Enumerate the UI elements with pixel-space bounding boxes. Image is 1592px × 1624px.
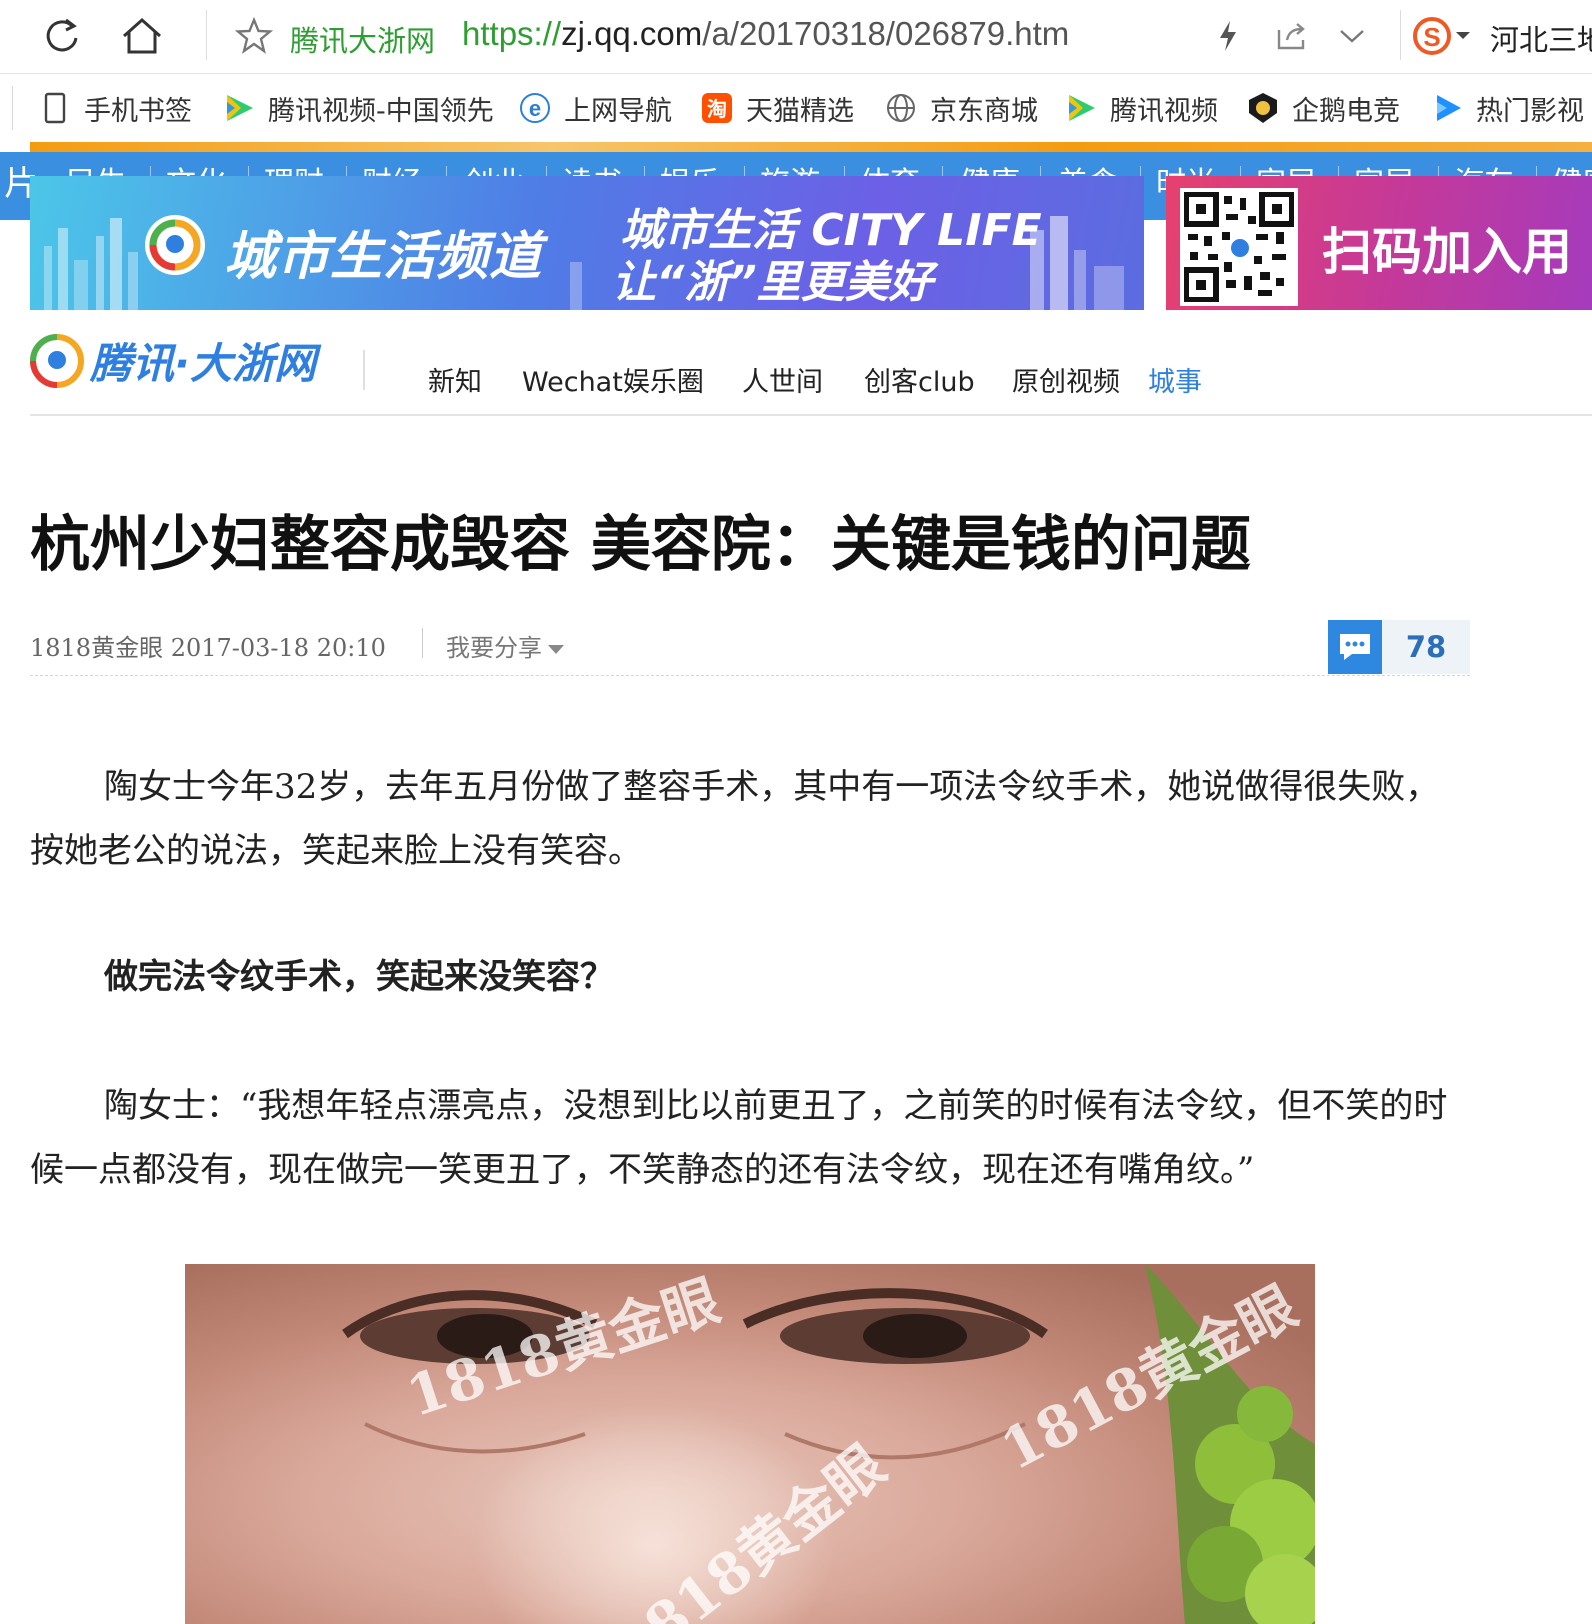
phone-icon	[38, 91, 72, 125]
reload-icon[interactable]	[32, 8, 92, 64]
article-subheading: 做完法令纹手术，笑起来没笑容？	[104, 957, 614, 997]
comment-count-button[interactable]: 78	[1328, 620, 1470, 674]
address-bar[interactable]: https://zj.qq.com/a/20170318/026879.htm	[462, 15, 1069, 53]
decorative-strip	[30, 142, 1592, 152]
taobao-icon: 淘	[700, 91, 734, 125]
bookmark-item[interactable]: 腾讯视频	[1064, 88, 1218, 128]
globe-icon	[884, 91, 918, 125]
article-photo: 1818黄金眼 1818黄金眼 1818黄金眼	[185, 1264, 1315, 1624]
bookmark-item[interactable]: 热门影视	[1430, 88, 1584, 128]
header-nav-item-active[interactable]: 城事	[1148, 360, 1202, 399]
search-box-text[interactable]: 河北三地	[1490, 17, 1592, 59]
svg-text:e: e	[529, 96, 541, 121]
qr-code-icon	[1180, 188, 1298, 306]
url-protocol: https://	[462, 15, 562, 52]
bookmarks-bar: 手机书签 腾讯视频-中国领先 e 上网导航 淘 天猫精选 京东商城 腾讯视频 企…	[0, 74, 1592, 142]
star-icon[interactable]	[224, 8, 284, 64]
bookmark-item[interactable]: 手机书签	[38, 88, 192, 128]
site-header: 腾讯·大浙网 新知 Wechat娱乐圈 人世间 创客club 原创视频 城事	[30, 318, 1592, 416]
lightning-icon[interactable]	[1198, 8, 1258, 64]
header-nav-item[interactable]: Wechat娱乐圈	[522, 360, 704, 399]
banner-slogan-line2: 让“浙”里更美好	[612, 257, 933, 308]
qr-banner-text: 扫码加入用	[1322, 223, 1572, 281]
bookmark-item[interactable]: e 上网导航	[518, 88, 672, 128]
header-nav-item[interactable]: 创客club	[864, 360, 975, 399]
bookmark-item[interactable]: 腾讯视频-中国领先	[222, 88, 494, 128]
header-nav-item[interactable]: 原创视频	[1012, 360, 1120, 399]
comment-icon	[1328, 620, 1382, 674]
bookmark-label: 企鹅电竞	[1292, 95, 1400, 127]
article-paragraph: 陶女士今年32岁，去年五月份做了整容手术，其中有一项法令纹手术，她说做得很失败，…	[30, 767, 1440, 871]
bookmark-label: 腾讯视频	[1110, 95, 1218, 127]
site-logo-text: 腾讯·大浙网	[90, 339, 316, 388]
banner-title: 城市生活频道	[224, 227, 543, 287]
caret-down-icon	[548, 645, 564, 654]
site-logo[interactable]: 腾讯·大浙网	[30, 330, 316, 391]
article-source-date: 1818黄金眼 2017-03-18 20:10	[30, 634, 386, 662]
share-icon[interactable]	[1262, 8, 1322, 64]
chevron-down-icon[interactable]	[1322, 8, 1382, 64]
svg-text:淘: 淘	[707, 97, 727, 121]
share-dropdown[interactable]: 我要分享	[446, 628, 564, 663]
play-icon	[222, 91, 256, 125]
qr-banner[interactable]: 扫码加入用	[1166, 176, 1592, 310]
city-life-banner[interactable]: 城市生活频道 城市生活 CITY LIFE 让“浙”里更美好	[30, 176, 1144, 310]
bookmark-label: 手机书签	[84, 95, 192, 127]
site-name-label: 腾讯大浙网	[290, 24, 436, 58]
qq-city-logo-icon	[145, 215, 205, 275]
header-nav-item[interactable]: 新知	[428, 360, 482, 399]
svg-text:S: S	[1423, 22, 1440, 52]
article-meta: 1818黄金眼 2017-03-18 20:10 我要分享	[30, 622, 1470, 676]
browser-toolbar: 腾讯大浙网 https://zj.qq.com/a/20170318/02687…	[0, 0, 1592, 74]
bookmark-item[interactable]: 淘 天猫精选	[700, 88, 854, 128]
bookmark-label: 上网导航	[564, 95, 672, 127]
url-host: zj.qq.com	[561, 15, 703, 52]
bookmark-label: 腾讯视频-中国领先	[268, 95, 494, 127]
article-paragraph: 陶女士：“我想年轻点漂亮点，没想到比以前更丑了，之前笑的时候有法令纹，但不笑的时…	[30, 1086, 1448, 1190]
header-nav-item[interactable]: 人世间	[742, 360, 823, 399]
ie-icon: e	[518, 91, 552, 125]
esports-icon	[1246, 91, 1280, 125]
share-label: 我要分享	[446, 634, 542, 662]
bookmark-item[interactable]: 企鹅电竞	[1246, 88, 1400, 128]
bookmark-label: 京东商城	[930, 95, 1038, 127]
bookmark-label: 天猫精选	[746, 95, 854, 127]
video-icon	[1430, 91, 1464, 125]
bookmark-item[interactable]: 京东商城	[884, 88, 1038, 128]
play-icon	[1064, 91, 1098, 125]
bookmark-label: 热门影视	[1476, 95, 1584, 127]
comment-count: 78	[1405, 630, 1447, 664]
qq-logo-icon	[30, 333, 84, 388]
url-path: /a/20170318/026879.htm	[702, 15, 1070, 52]
home-icon[interactable]	[112, 8, 172, 64]
sogou-search-icon[interactable]: S	[1408, 8, 1478, 64]
article-title: 杭州少妇整容成毁容 美容院：关键是钱的问题	[30, 510, 1251, 580]
